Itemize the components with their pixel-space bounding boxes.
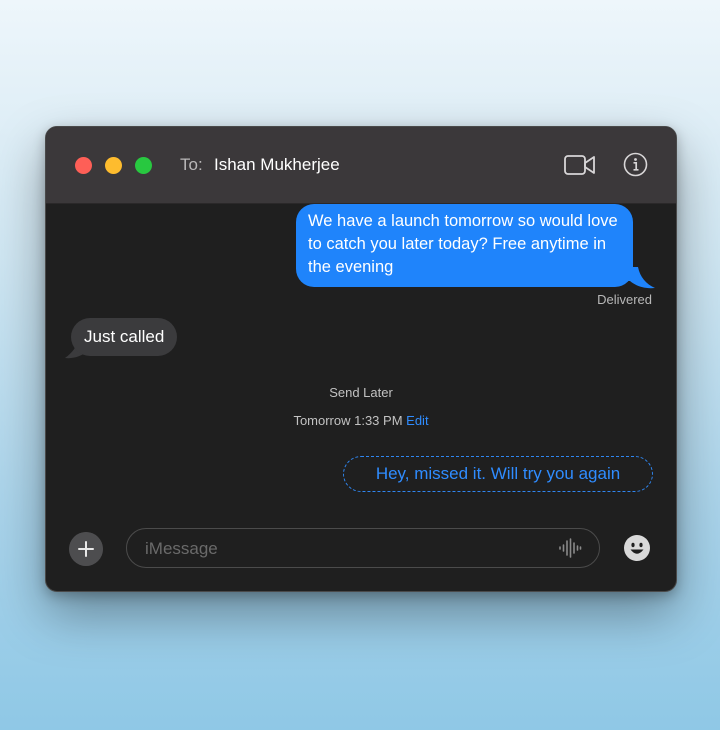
audio-waveform-icon[interactable]: [558, 538, 582, 558]
video-camera-icon[interactable]: [564, 154, 596, 176]
incoming-message-bubble[interactable]: Just called: [71, 318, 178, 356]
plus-icon[interactable]: [69, 532, 103, 566]
to-label: To:: [180, 155, 203, 174]
zoom-window-button[interactable]: [135, 157, 152, 174]
message-input[interactable]: iMessage: [126, 528, 600, 568]
message-input-placeholder: iMessage: [145, 539, 218, 558]
minimize-window-button[interactable]: [105, 157, 122, 174]
title-bar: To: Ishan Mukherjee: [46, 127, 676, 204]
delivery-status: Delivered: [597, 292, 652, 307]
send-later-heading: Send Later: [329, 385, 393, 400]
emoji-icon[interactable]: [623, 534, 651, 562]
messages-window: To: Ishan Mukherjee We have a launch tom…: [45, 126, 677, 592]
scheduled-time: Tomorrow 1:33 PM: [293, 413, 403, 428]
recipient-name[interactable]: Ishan Mukherjee: [214, 155, 340, 175]
scheduled-time-row: Tomorrow 1:33 PM Edit: [46, 413, 676, 428]
info-icon[interactable]: [623, 152, 648, 177]
edit-schedule-link[interactable]: Edit: [406, 413, 428, 428]
outgoing-message-bubble[interactable]: We have a launch tomorrow so would love …: [296, 204, 633, 287]
close-window-button[interactable]: [75, 157, 92, 174]
scheduled-message-bubble[interactable]: Hey, missed it. Will try you again: [343, 456, 653, 492]
